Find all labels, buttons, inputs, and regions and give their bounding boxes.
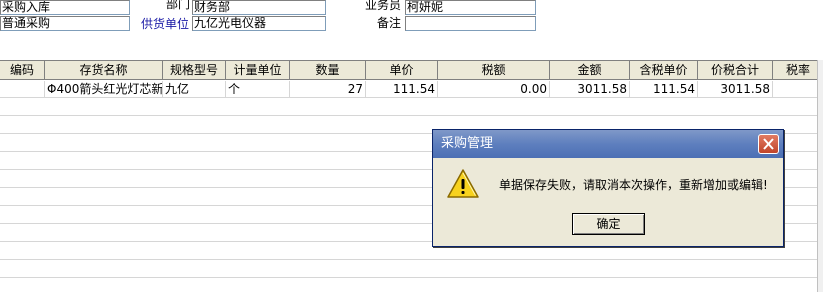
- cell-item-name[interactable]: Φ400箭头红光灯芯新: [45, 81, 163, 98]
- remark-label: 备注: [377, 16, 402, 30]
- table-row[interactable]: [0, 261, 823, 278]
- cell-amount[interactable]: 3011.58: [550, 81, 630, 98]
- col-header-tax[interactable]: 税额: [438, 61, 550, 80]
- salesman-field[interactable]: 柯妍妮: [405, 0, 536, 15]
- purchase-type-field[interactable]: 普通采购: [0, 16, 130, 31]
- col-header-item-name[interactable]: 存货名称: [45, 61, 163, 80]
- document-header-form: 采购入库 普通采购 部门 财务部 供货单位 九亿光电仪器 业务员 柯妍妮 备注: [0, 0, 823, 60]
- col-header-unit-price[interactable]: 单价: [366, 61, 438, 80]
- cell-code[interactable]: [0, 81, 45, 98]
- supplier-label[interactable]: 供货单位: [141, 17, 189, 31]
- col-header-tax-rate[interactable]: 税率: [773, 61, 823, 80]
- ok-button[interactable]: 确定: [572, 213, 645, 235]
- col-header-code[interactable]: 编码: [0, 61, 45, 80]
- cell-total[interactable]: 3011.58: [698, 81, 773, 98]
- supplier-field[interactable]: 九亿光电仪器: [192, 16, 326, 31]
- cell-unit[interactable]: 个: [226, 81, 290, 98]
- doc-type-field[interactable]: 采购入库: [0, 0, 130, 15]
- table-row[interactable]: [0, 279, 823, 292]
- table-row[interactable]: Φ400箭头红光灯芯新 九亿 个 27 111.54 0.00 3011.58 …: [0, 81, 823, 98]
- col-header-tax-incl-price[interactable]: 含税单价: [630, 61, 698, 80]
- cell-tax-incl-price[interactable]: 111.54: [630, 81, 698, 98]
- warning-icon: [447, 169, 479, 198]
- error-dialog: 采购管理 单据保存失败，请取消本次操作，重新增加或编辑! 确定: [432, 129, 784, 247]
- close-icon: [763, 138, 774, 150]
- col-header-total[interactable]: 价税合计: [698, 61, 773, 80]
- salesman-label: 业务员: [365, 0, 402, 12]
- purchase-receipt-window: 采购入库 普通采购 部门 财务部 供货单位 九亿光电仪器 业务员 柯妍妮 备注 …: [0, 0, 823, 292]
- col-header-spec[interactable]: 规格型号: [163, 61, 226, 80]
- close-button[interactable]: [758, 134, 779, 154]
- remark-field[interactable]: [405, 16, 536, 31]
- cell-tax-rate[interactable]: [773, 81, 823, 98]
- grid-header-row: 编码 存货名称 规格型号 计量单位 数量 单价 税额 金额 含税单价 价税合计 …: [0, 61, 823, 80]
- dialog-title-bar[interactable]: 采购管理: [433, 130, 783, 158]
- department-label: 部门: [166, 0, 191, 11]
- dialog-message: 单据保存失败，请取消本次操作，重新增加或编辑!: [499, 178, 768, 192]
- cell-tax[interactable]: 0.00: [438, 81, 550, 98]
- cell-quantity[interactable]: 27: [290, 81, 366, 98]
- cell-unit-price[interactable]: 111.54: [366, 81, 438, 98]
- col-header-amount[interactable]: 金额: [550, 61, 630, 80]
- table-row[interactable]: [0, 99, 823, 116]
- col-header-unit[interactable]: 计量单位: [226, 61, 290, 80]
- dialog-title: 采购管理: [441, 136, 494, 151]
- cell-spec[interactable]: 九亿: [163, 81, 226, 98]
- department-field[interactable]: 财务部: [192, 0, 326, 15]
- col-header-quantity[interactable]: 数量: [290, 61, 366, 80]
- vertical-scrollbar[interactable]: [817, 60, 823, 292]
